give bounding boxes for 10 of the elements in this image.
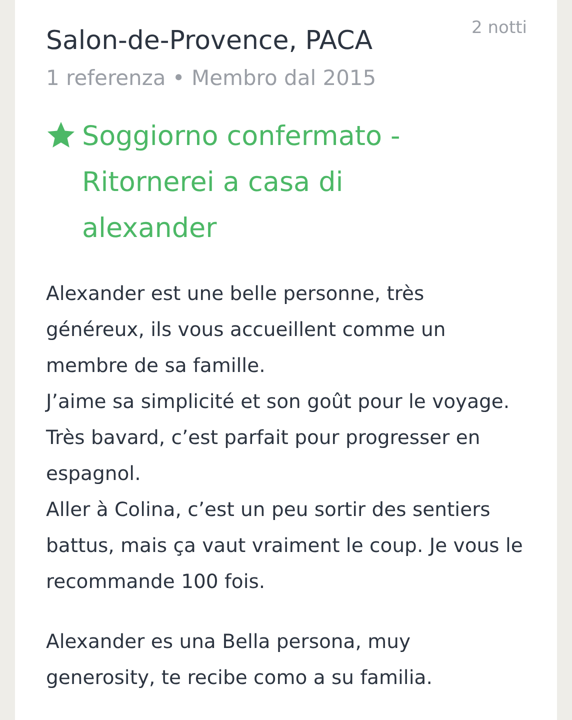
review-text: Alexander es una Bella persona, muy generosity, te recibe como a su familia. (46, 629, 434, 691)
review-text: Très bavard, c’est parfait pour progresser en espagnol. (46, 425, 482, 487)
review-text: J’aime sa simplicité et son goût pour le voyage. (46, 389, 511, 415)
reviewer-location: Salon-de-Provence, PACA (46, 26, 373, 56)
review-text: Aller à Colina, c’est un peu sortir des sentiers battus, mais ça vaut vraiment le coup. Je vous le recommande 100 fois. (46, 497, 524, 595)
review-text: Alexander est une belle personne, très généreux, ils vous accueillent comme un membre de sa famille. (46, 281, 447, 379)
reviewer-meta: 1 referenza • Membro dal 2015 (46, 66, 378, 90)
stay-length: 2 notti (472, 18, 527, 38)
review-headline: Soggiorno confermato - Ritornerei a casa di alexander (82, 120, 402, 246)
star-icon (46, 120, 76, 150)
